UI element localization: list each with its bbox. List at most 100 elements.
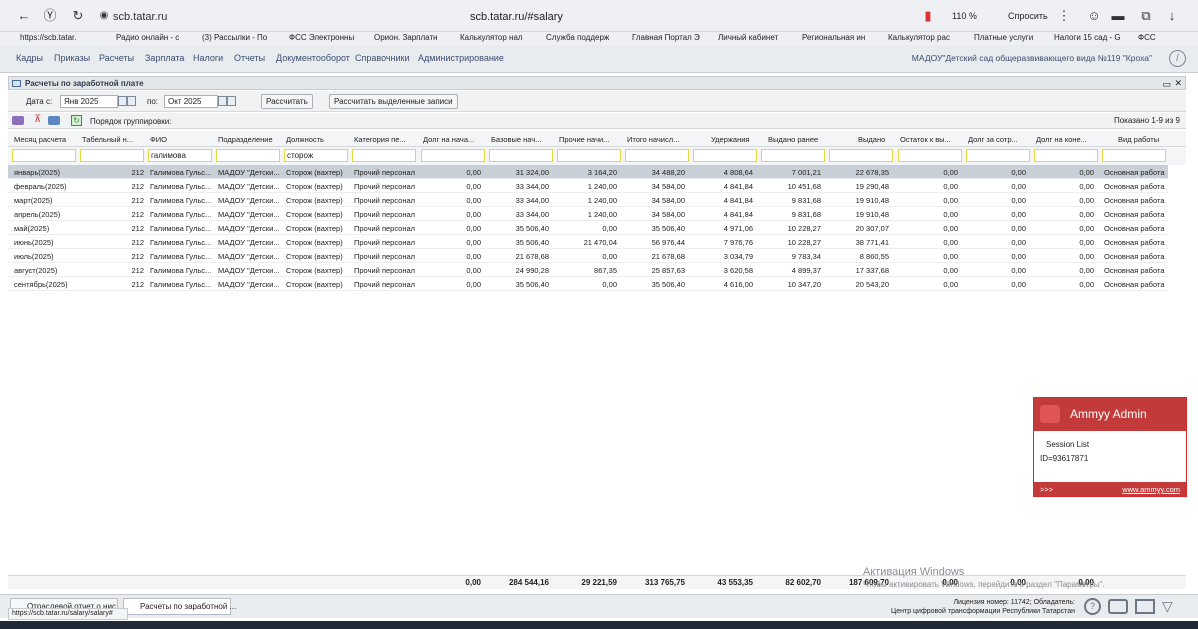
table-row[interactable]: февраль(2025) 212 Галимова Гульс... МАДОУ "… — [8, 179, 1168, 193]
bookmark-item[interactable]: Главная Портал Э — [632, 33, 700, 42]
menu-item[interactable]: Администрирование — [418, 53, 504, 63]
table-row[interactable]: март(2025) 212 Галимова Гульс... МАДОУ "Дет… — [8, 193, 1168, 207]
bookmark-item[interactable]: Орион. Зарплатн — [374, 33, 438, 42]
menu-item[interactable]: Кадры — [16, 53, 43, 63]
filter-input[interactable] — [489, 149, 553, 162]
minimize-icon[interactable]: ▭ — [1162, 79, 1171, 90]
bookmark-item[interactable]: (3) Рассылки - По — [202, 33, 267, 42]
col-header[interactable]: Подразделение — [218, 135, 280, 144]
col-header[interactable]: Категория пе... — [354, 135, 416, 144]
position-filter-input[interactable]: сторож — [284, 149, 348, 162]
camera-icon[interactable] — [1108, 599, 1128, 614]
col-header[interactable]: Долг на нача... — [423, 135, 485, 144]
col-header[interactable]: Итого начисл... — [627, 135, 689, 144]
filter-input[interactable] — [693, 149, 757, 162]
table-row[interactable]: январь(2025) 212 Галимова Гульс... МАДОУ "Д… — [8, 165, 1168, 179]
col-header[interactable]: Месяц расчета — [14, 135, 76, 144]
zoom-level[interactable]: 110 % — [952, 11, 977, 21]
col-header[interactable]: Должность — [286, 135, 348, 144]
table-row[interactable]: август(2025) 212 Галимова Гульс... МАДОУ "Д… — [8, 263, 1168, 277]
filter-input[interactable] — [80, 149, 144, 162]
site-info-icon[interactable]: ◉ — [96, 8, 112, 24]
col-header[interactable]: Долг за сотр... — [968, 135, 1030, 144]
filter-input[interactable] — [1102, 149, 1166, 162]
bookmark-item[interactable]: Налоги 15 сад - G — [1054, 33, 1121, 42]
refresh-icon[interactable]: ↻ — [71, 115, 82, 126]
calculate-selected-button[interactable]: Рассчитать выделенные записи — [329, 94, 458, 109]
bookmark-icon[interactable]: ▮ — [920, 8, 936, 24]
session-list-label[interactable]: Session List — [1046, 440, 1089, 449]
flag-icon[interactable]: ▬ — [1110, 8, 1126, 24]
col-header[interactable]: Прочие начи... — [559, 135, 621, 144]
window-tab-active[interactable]: Расчеты по заработной ... — [123, 598, 236, 615]
col-header[interactable]: Удержания — [711, 135, 773, 144]
calendar-icon[interactable] — [127, 96, 136, 106]
table-row[interactable]: июль(2025) 212 Галимова Гульс... МАДОУ "Дет… — [8, 249, 1168, 263]
calendar-icon[interactable] — [218, 96, 227, 106]
filter-input[interactable] — [898, 149, 962, 162]
mail-icon[interactable] — [1135, 599, 1155, 614]
bookmark-item[interactable]: Платные услуги — [974, 33, 1033, 42]
menu-item[interactable]: Приказы — [54, 53, 90, 63]
col-header[interactable]: ФИО — [150, 135, 212, 144]
address-bar[interactable]: scb.tatar.ru/#salary — [470, 11, 563, 23]
site-label[interactable]: scb.tatar.ru — [113, 11, 167, 23]
extensions-icon[interactable]: ⧉ — [1138, 8, 1154, 24]
add-icon[interactable] — [12, 116, 24, 125]
menu-item[interactable]: Зарплата — [145, 53, 184, 63]
filter-input[interactable] — [625, 149, 689, 162]
filter-input[interactable] — [421, 149, 485, 162]
menu-item[interactable]: Налоги — [193, 53, 223, 63]
col-header[interactable]: Вид работы — [1118, 135, 1180, 144]
bookmark-item[interactable]: Личный кабинет — [718, 33, 778, 42]
col-header[interactable]: Табельный н... — [82, 135, 144, 144]
profile-icon[interactable]: ☺ — [1086, 8, 1102, 24]
filter-input[interactable] — [557, 149, 621, 162]
col-header[interactable]: Долг на коне... — [1036, 135, 1098, 144]
menu-item[interactable]: Отчеты — [234, 53, 265, 63]
filter-input[interactable] — [761, 149, 825, 162]
export-icon[interactable] — [48, 116, 60, 125]
help-icon[interactable]: ? — [1084, 598, 1101, 615]
date-to-field[interactable]: Окт 2025 — [164, 95, 218, 108]
calendar-icon[interactable] — [227, 96, 236, 106]
clear-filter-icon[interactable]: ⊼ — [34, 114, 41, 125]
ammyy-link[interactable]: www.ammyy.com — [1122, 485, 1180, 494]
download-icon[interactable]: ↓ — [1164, 8, 1180, 24]
bookmark-item[interactable]: ФСС Электронны — [289, 33, 354, 42]
bookmark-item[interactable]: Калькулятор рас — [888, 33, 950, 42]
table-row[interactable]: май(2025) 212 Галимова Гульс... МАДОУ "Детс… — [8, 221, 1168, 235]
close-icon[interactable]: ✕ — [1174, 78, 1182, 89]
filter-input[interactable] — [352, 149, 416, 162]
bookmark-item[interactable]: https://scb.tatar. — [20, 33, 76, 42]
table-row[interactable]: апрель(2025) 212 Галимова Гульс... МАДОУ "Д… — [8, 207, 1168, 221]
table-row[interactable]: сентябрь(2025) 212 Галимова Гульс... МАДОУ … — [8, 277, 1168, 291]
filter-input[interactable] — [829, 149, 893, 162]
table-row[interactable]: июнь(2025) 212 Галимова Гульс... МАДОУ "Дет… — [8, 235, 1168, 249]
date-from-field[interactable]: Янв 2025 — [60, 95, 118, 108]
yandex-icon[interactable]: Ⓨ — [42, 8, 58, 24]
bookmark-item[interactable]: Служба поддерж — [546, 33, 609, 42]
menu-item[interactable]: Расчеты — [99, 53, 134, 63]
col-header[interactable]: Базовые нач... — [491, 135, 553, 144]
calculate-button[interactable]: Рассчитать — [261, 94, 313, 109]
filter-input[interactable] — [1034, 149, 1098, 162]
ammyy-more[interactable]: >>> — [1040, 485, 1053, 494]
filter-input[interactable] — [12, 149, 76, 162]
help-icon[interactable]: / — [1169, 50, 1186, 67]
fio-filter-input[interactable]: галимова — [148, 149, 212, 162]
calendar-icon[interactable] — [118, 96, 127, 106]
bookmark-item[interactable]: Радио онлайн - с — [116, 33, 179, 42]
bookmark-item[interactable]: ФСС — [1138, 33, 1156, 42]
filter-input[interactable] — [216, 149, 280, 162]
col-header[interactable]: Остаток к вы... — [900, 135, 962, 144]
filter-input[interactable] — [966, 149, 1030, 162]
menu-item[interactable]: Справочники — [355, 53, 410, 63]
bookmark-item[interactable]: Региональная ин — [802, 33, 865, 42]
more-icon[interactable]: ⋮ — [1056, 8, 1072, 24]
menu-item[interactable]: Документооборот — [276, 53, 350, 63]
reload-icon[interactable]: ↻ — [70, 8, 86, 24]
col-header[interactable]: Выдано ранее — [768, 135, 830, 144]
ask-button[interactable]: Спросить — [1008, 11, 1048, 21]
bookmark-item[interactable]: Калькулятор нал — [460, 33, 523, 42]
